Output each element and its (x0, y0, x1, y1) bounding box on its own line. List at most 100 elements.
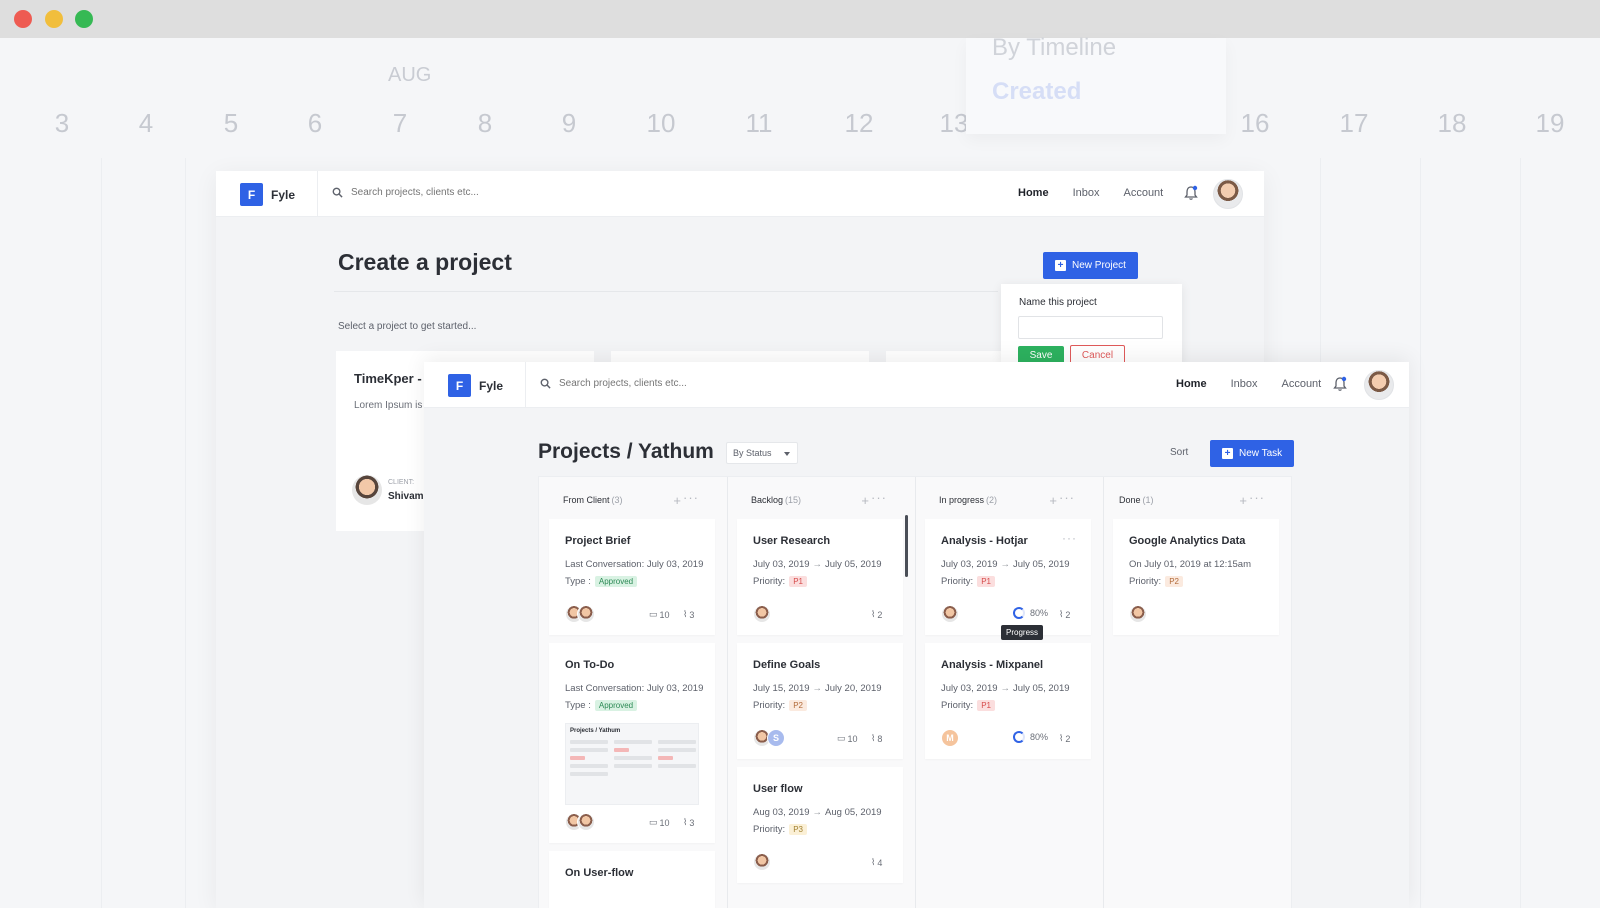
sort-dropdown-menu: By Timeline Created (966, 34, 1226, 134)
timeline-day: 18 (1437, 108, 1467, 138)
brand[interactable]: F Fyle (448, 374, 503, 397)
search-icon (540, 378, 551, 389)
add-card-icon[interactable]: + (673, 493, 681, 508)
brand[interactable]: F Fyle (240, 183, 295, 206)
card-last-conversation: Last Conversation: July 03, 2019 (565, 683, 704, 694)
card-type: Type : Approved (565, 576, 638, 587)
status-filter-value: By Status (733, 448, 772, 458)
task-card[interactable]: On To-Do Last Conversation: July 03, 201… (549, 643, 715, 843)
bell-icon[interactable] (1184, 185, 1198, 201)
end-date: Aug 05, 2019 (825, 807, 882, 818)
progress-tooltip: Progress (1001, 625, 1044, 640)
dropdown-item-created[interactable]: Created (992, 78, 1081, 106)
top-navbar: F Fyle Home Inbox Account (424, 362, 1409, 408)
arrow-right-icon: → (1000, 559, 1011, 570)
nav-home[interactable]: Home (1018, 187, 1049, 199)
column-count: (15) (785, 495, 802, 505)
task-card[interactable]: On User-flow (549, 851, 715, 908)
dropdown-item-by-timeline[interactable]: By Timeline (992, 34, 1116, 62)
task-card[interactable]: User Research July 03, 2019 → July 05, 201… (737, 519, 903, 635)
timeline-day: 7 (392, 108, 408, 138)
plus-icon: + (1222, 448, 1233, 459)
priority-badge: P1 (977, 700, 995, 711)
bell-icon[interactable] (1333, 376, 1347, 392)
nav-home[interactable]: Home (1176, 378, 1207, 390)
search-input[interactable] (559, 378, 799, 389)
card-priority: Priority: P2 (753, 700, 807, 711)
attachment-count: ⌇ 3 (683, 609, 694, 620)
column-from-client: From Client (3) + ··· Project Brief Last … (539, 477, 727, 908)
progress-indicator[interactable]: 80% (1013, 731, 1048, 743)
user-avatar[interactable] (1364, 370, 1394, 400)
task-card[interactable]: User flow Aug 03, 2019 → Aug 05, 2019 Prio… (737, 767, 903, 883)
progress-indicator[interactable]: 80% (1013, 607, 1048, 619)
paperclip-icon: ⌇ (683, 609, 688, 619)
board-thumbnail[interactable]: Projects / Yathum (565, 723, 699, 805)
start-date: July 03, 2019 (941, 683, 998, 694)
timeline-gridline (185, 158, 186, 908)
task-card[interactable]: Define Goals July 15, 2019 → July 20, 2019… (737, 643, 903, 759)
card-date-range: July 03, 2019 → July 05, 2019 (753, 559, 882, 570)
timeline-day: 3 (54, 108, 70, 138)
add-card-icon[interactable]: + (1049, 493, 1057, 508)
more-options-icon[interactable]: ··· (1059, 490, 1075, 505)
nav-account[interactable]: Account (1123, 187, 1163, 199)
nav-inbox[interactable]: Inbox (1073, 187, 1100, 199)
card-title: On User-flow (565, 867, 634, 879)
navbar-divider (317, 171, 318, 217)
column-count: (2) (986, 495, 998, 505)
arrow-right-icon: → (1000, 683, 1011, 694)
card-more-icon[interactable]: ··· (1062, 531, 1077, 545)
task-card[interactable]: Google Analytics Data On July 01, 2019 a… (1113, 519, 1279, 635)
comment-count-value: 10 (847, 733, 858, 744)
nav-inbox[interactable]: Inbox (1231, 378, 1258, 390)
card-priority: Priority: P3 (753, 824, 807, 835)
attachment-count: ⌇ 3 (683, 817, 694, 828)
add-card-icon[interactable]: + (861, 493, 869, 508)
user-avatar[interactable] (1213, 179, 1243, 209)
task-card[interactable]: Analysis - Hotjar ··· July 03, 2019 → July… (925, 519, 1091, 635)
column-name: From Client (563, 495, 610, 505)
comment-count: ▭ 10 (649, 817, 670, 828)
sort-button[interactable]: Sort (1170, 447, 1188, 458)
attachment-count: ⌇ 2 (1059, 609, 1070, 620)
status-filter-select[interactable]: By Status (726, 442, 798, 464)
timeline-day: 6 (307, 108, 323, 138)
task-card[interactable]: Analysis - Mixpanel July 03, 2019 → July 0… (925, 643, 1091, 759)
end-date: July 05, 2019 (1013, 683, 1070, 694)
paperclip-icon: ⌇ (1059, 733, 1064, 743)
more-options-icon[interactable]: ··· (683, 490, 699, 505)
card-date-range: July 15, 2019 → July 20, 2019 (753, 683, 882, 694)
search-input[interactable] (351, 187, 591, 198)
search-bar (332, 187, 591, 198)
avatar (753, 605, 771, 623)
more-options-icon[interactable]: ··· (1249, 490, 1265, 505)
column-scrollbar[interactable] (905, 515, 908, 577)
start-date: July 15, 2019 (753, 683, 810, 694)
start-date: Aug 03, 2019 (753, 807, 810, 818)
column-title: In progress (2) (939, 495, 997, 505)
priority-badge: P2 (789, 700, 807, 711)
more-options-icon[interactable]: ··· (871, 490, 887, 505)
project-card-title: TimeKper - (354, 371, 422, 386)
project-name-input[interactable] (1018, 316, 1163, 339)
new-project-button[interactable]: + New Project (1043, 252, 1138, 279)
close-window-button[interactable] (14, 10, 32, 28)
paperclip-icon: ⌇ (683, 817, 688, 827)
nav-account[interactable]: Account (1281, 378, 1321, 390)
new-task-label: New Task (1239, 448, 1283, 459)
page-subtitle: Select a project to get started... (338, 321, 477, 332)
paperclip-icon: ⌇ (871, 733, 876, 743)
name-project-label: Name this project (1019, 297, 1097, 308)
task-card[interactable]: Project Brief Last Conversation: July 03… (549, 519, 715, 635)
minimize-window-button[interactable] (45, 10, 63, 28)
column-count: (1) (1142, 495, 1154, 505)
brand-name: Fyle (271, 187, 296, 202)
avatar (753, 853, 771, 871)
new-task-button[interactable]: + New Task (1210, 440, 1295, 467)
client-label: CLIENT: (388, 479, 415, 486)
add-card-icon[interactable]: + (1239, 493, 1247, 508)
maximize-window-button[interactable] (75, 10, 93, 28)
card-date-range: July 03, 2019 → July 05, 2019 (941, 559, 1070, 570)
kanban-board: From Client (3) + ··· Project Brief Last … (538, 476, 1292, 908)
